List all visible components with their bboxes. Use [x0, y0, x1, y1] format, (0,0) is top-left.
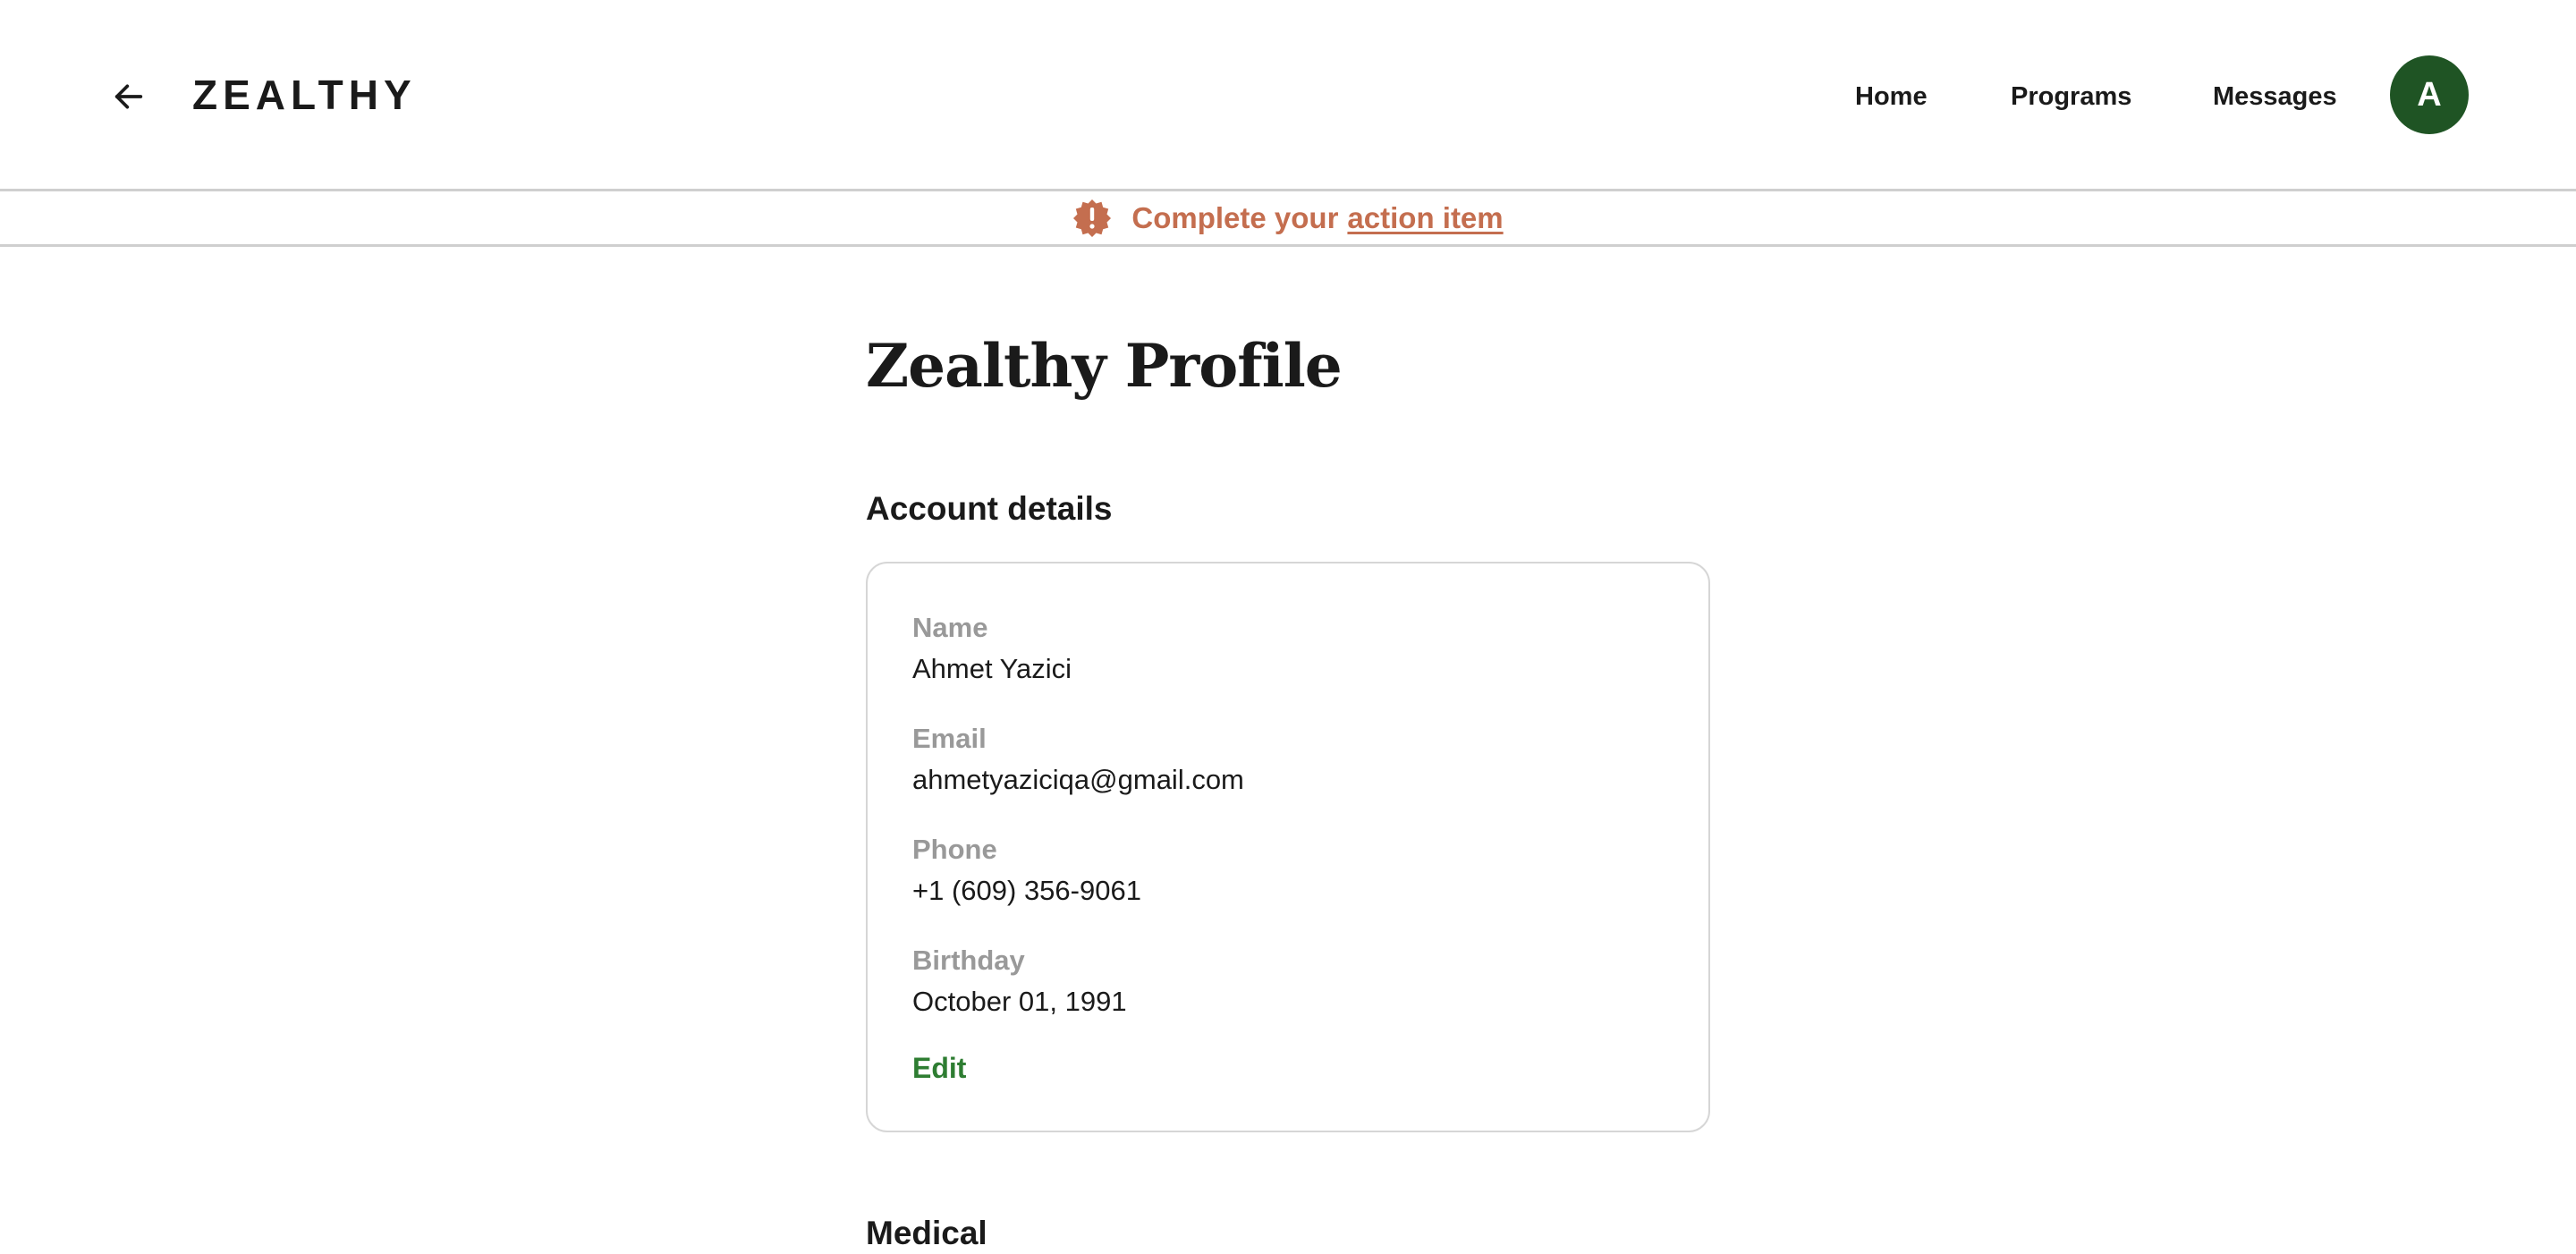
nav-programs-link[interactable]: Programs	[2011, 77, 2131, 116]
phone-value: +1 (609) 356-9061	[912, 875, 1141, 906]
birthday-label: Birthday	[912, 945, 1025, 976]
nav-home-link[interactable]: Home	[1855, 77, 1928, 116]
name-value: Ahmet Yazici	[912, 653, 1072, 684]
phone-label: Phone	[912, 834, 997, 865]
arrow-left-icon	[114, 84, 143, 109]
action-item-banner: Complete your action item	[0, 191, 2576, 247]
account-details-card: Name Ahmet Yazici Email ahmetyaziciqa@gm…	[866, 562, 1710, 1132]
edit-account-button[interactable]: Edit	[912, 1050, 966, 1086]
name-label: Name	[912, 612, 988, 643]
account-details-heading: Account details	[866, 490, 1113, 527]
banner-text: Complete your	[1131, 200, 1339, 234]
action-item-link[interactable]: action item	[1347, 201, 1503, 235]
brand-logo[interactable]: ZEALTHY	[192, 70, 417, 120]
medical-section-heading: Medical	[866, 1215, 987, 1251]
page-title: Zealthy Profile	[866, 331, 1343, 401]
alert-badge-icon	[1072, 199, 1112, 238]
email-label: Email	[912, 723, 987, 754]
user-avatar[interactable]: A	[2390, 55, 2469, 134]
top-nav-bar: ZEALTHY Home Programs Messages A	[0, 0, 2576, 191]
email-value: ahmetyaziciqa@gmail.com	[912, 764, 1244, 795]
nav-messages-link[interactable]: Messages	[2213, 77, 2337, 116]
back-button[interactable]	[106, 73, 152, 120]
birthday-value: October 01, 1991	[912, 986, 1127, 1017]
